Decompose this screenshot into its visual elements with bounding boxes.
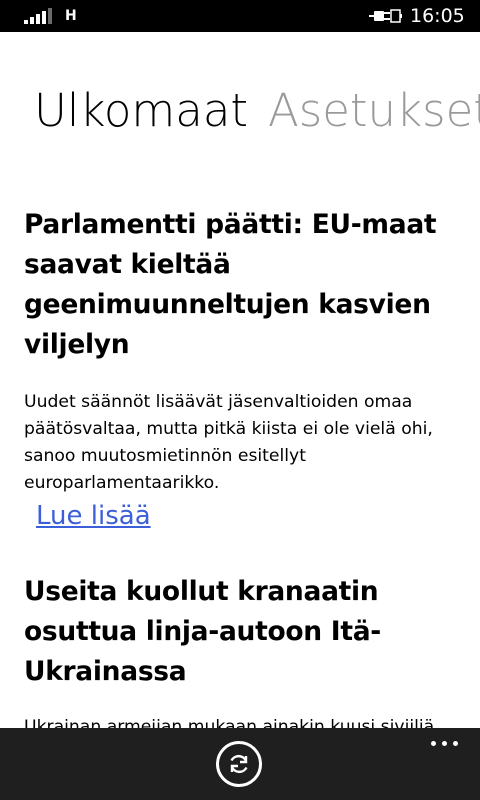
article-list[interactable]: Parlamentti päätti: EU-maat saavat kielt… — [0, 140, 480, 728]
pivot-header: Ulkomaat Asetukset — [0, 86, 480, 142]
clock: 16:05 — [410, 5, 465, 27]
article-card: Useita kuollut kranaatin osuttua linja-a… — [24, 572, 456, 728]
app-bar — [0, 728, 480, 800]
article-title[interactable]: Parlamentti päätti: EU-maat saavat kielt… — [24, 205, 456, 365]
signal-strength-icon — [24, 8, 54, 24]
article-title[interactable]: Useita kuollut kranaatin osuttua linja-a… — [24, 572, 456, 692]
tab-ulkomaat[interactable]: Ulkomaat — [34, 86, 248, 136]
network-type: H — [65, 8, 77, 24]
battery-charging-icon — [368, 8, 402, 24]
article-summary: Ukrainan armeijan mukaan ainakin kuusi s… — [24, 717, 435, 728]
article-card: Parlamentti päätti: EU-maat saavat kielt… — [24, 205, 456, 531]
refresh-icon — [230, 754, 248, 774]
refresh-button[interactable] — [216, 741, 262, 787]
tab-asetukset[interactable]: Asetukset — [268, 86, 480, 136]
status-bar: H 16:05 — [0, 0, 480, 32]
more-ellipsis-icon[interactable] — [424, 734, 464, 754]
article-summary: Uudet säännöt lisäävät jäsenvaltioiden o… — [24, 392, 433, 493]
read-more-link[interactable]: Lue lisää — [36, 501, 151, 531]
